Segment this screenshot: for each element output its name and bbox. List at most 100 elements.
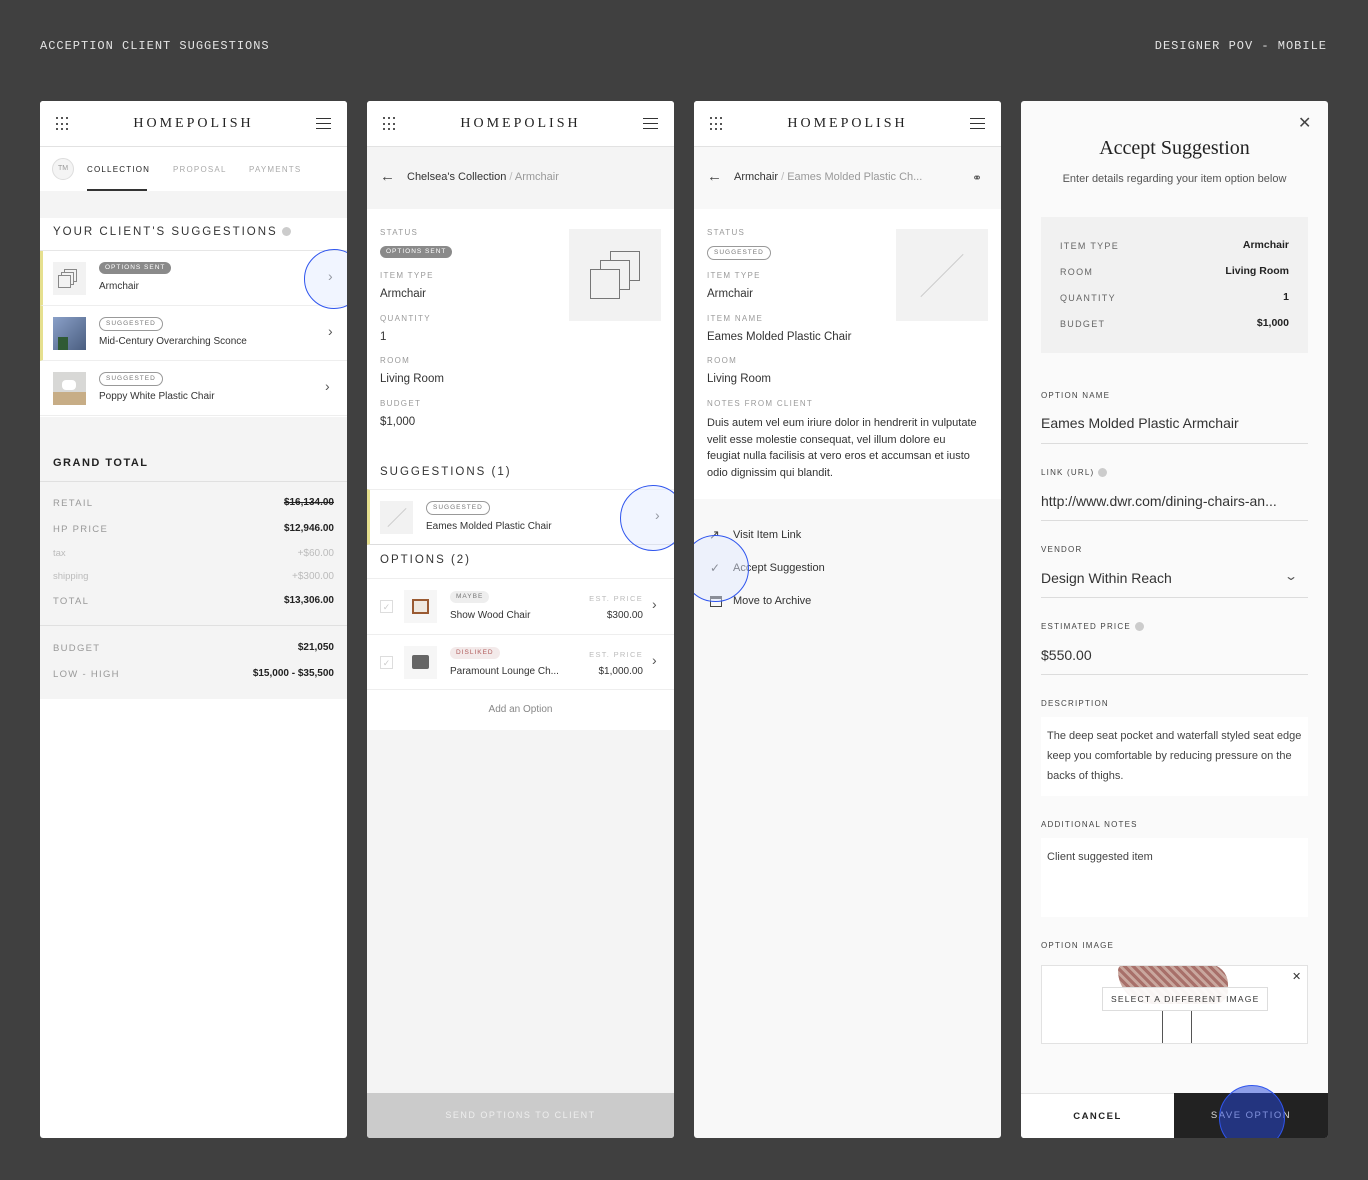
status-badge: DISLIKED <box>450 647 500 659</box>
status-badge: OPTIONS SENT <box>380 246 453 258</box>
logo: HOMEPOLISH <box>787 116 908 131</box>
back-arrow-icon[interactable]: ← <box>707 168 722 185</box>
suggestion-row[interactable]: SUGGESTED Poppy White Plastic Chair › <box>40 361 347 416</box>
chevron-right-icon[interactable]: › <box>328 323 333 339</box>
total-label: TOTAL <box>53 596 90 607</box>
close-icon[interactable]: ✕ <box>1298 113 1311 133</box>
option-row[interactable]: ✓ DISLIKED Paramount Lounge Ch... EST. P… <box>367 634 674 690</box>
chevron-right-icon[interactable]: › <box>652 596 657 612</box>
link-label: LINK (URL) <box>1041 468 1108 478</box>
send-options-button[interactable]: SEND OPTIONS TO CLIENT <box>367 1093 674 1138</box>
avatar[interactable]: TM <box>52 158 74 180</box>
status-badge: OPTIONS SENT <box>99 262 172 274</box>
total-value: $13,306.00 <box>283 595 334 606</box>
chevron-down-icon[interactable]: ⌄ <box>1284 569 1298 583</box>
logo: HOMEPOLISH <box>133 116 254 131</box>
divider <box>40 481 347 482</box>
notes-label: ADDITIONAL NOTES <box>1041 820 1138 829</box>
quantity-value: 1 <box>380 331 387 343</box>
visit-item-link[interactable]: Visit Item Link <box>733 529 801 541</box>
price-label: EST. PRICE <box>589 594 643 603</box>
collection-screen: HOMEPOLISH TM COLLECTION PROPOSAL PAYMEN… <box>40 101 347 1138</box>
detail-body: STATUS OPTIONS SENT ITEM TYPE Armchair Q… <box>367 209 674 730</box>
menu-icon[interactable] <box>970 118 985 129</box>
info-icon[interactable] <box>281 227 291 237</box>
notes-textarea[interactable]: Client suggested item <box>1041 838 1308 917</box>
breadcrumb-parent[interactable]: Armchair <box>734 171 778 183</box>
tax-label: tax <box>53 548 66 559</box>
status-badge: SUGGESTED <box>99 372 163 386</box>
logo: HOMEPOLISH <box>460 116 581 131</box>
client-notes: Duis autem vel eum iriure dolor in hendr… <box>707 417 977 479</box>
input-underline <box>1041 443 1308 444</box>
hp-price-value: $12,946.00 <box>283 523 334 534</box>
info-icon[interactable] <box>1134 622 1144 632</box>
suggestions-title-text: YOUR CLIENT'S SUGGESTIONS <box>53 226 278 238</box>
budget-label: BUDGET <box>380 399 422 408</box>
item-summary: ITEM TYPE Armchair ROOM Living Room QUAN… <box>1041 217 1308 353</box>
summary-label: ITEM TYPE <box>1060 241 1120 251</box>
item-name-value: Eames Molded Plastic Chair <box>707 331 852 343</box>
remove-image-icon[interactable]: ✕ <box>1292 970 1301 983</box>
quantity-label: QUANTITY <box>380 314 431 323</box>
suggestion-row[interactable]: SUGGESTED Mid-Century Overarching Sconce… <box>40 306 347 361</box>
tab-payments[interactable]: PAYMENTS <box>249 165 301 174</box>
input-underline <box>1041 597 1308 598</box>
room-value: Living Room <box>380 373 444 385</box>
breadcrumb: Armchair / Eames Molded Plastic Ch... <box>734 171 923 183</box>
shipping-value: +$300.00 <box>292 571 334 582</box>
item-detail-screen: HOMEPOLISH ← Chelsea's Collection / Armc… <box>367 101 674 1138</box>
tab-proposal[interactable]: PROPOSAL <box>173 165 227 174</box>
accept-suggestion-modal: ✕ Accept Suggestion Enter details regard… <box>1021 101 1328 1138</box>
item-name-label: ITEM NAME <box>707 314 764 323</box>
suggestions-title: YOUR CLIENT'S SUGGESTIONS <box>53 226 291 238</box>
tax-value: +$60.00 <box>297 548 334 559</box>
select-image-button[interactable]: SELECT A DIFFERENT IMAGE <box>1102 987 1269 1011</box>
retail-value: $16,134.00 <box>283 497 334 508</box>
summary-value: Armchair <box>1242 239 1289 251</box>
page-title: ACCEPTION CLIENT SUGGESTIONS <box>40 39 270 53</box>
option-name: Show Wood Chair <box>450 610 531 621</box>
option-checkbox[interactable]: ✓ <box>380 600 393 613</box>
price-label: ESTIMATED PRICE <box>1041 622 1144 632</box>
info-icon[interactable] <box>1098 468 1108 478</box>
budget-value: $21,050 <box>297 642 334 653</box>
breadcrumb-parent[interactable]: Chelsea's Collection <box>407 171 506 183</box>
shipping-label: shipping <box>53 571 89 582</box>
menu-icon[interactable] <box>316 118 331 129</box>
status-badge: SUGGESTED <box>707 246 771 260</box>
chevron-right-icon[interactable]: › <box>652 652 657 668</box>
room-label: ROOM <box>707 356 738 365</box>
link-icon[interactable]: ⚭ <box>972 171 982 185</box>
status-badge: SUGGESTED <box>99 317 163 331</box>
move-to-archive-action[interactable]: Move to Archive <box>733 595 811 607</box>
cancel-button[interactable]: CANCEL <box>1021 1093 1174 1138</box>
summary-label: QUANTITY <box>1060 293 1116 303</box>
add-option-link[interactable]: Add an Option <box>367 704 674 715</box>
item-type-label: ITEM TYPE <box>380 271 434 280</box>
tab-bar: TM COLLECTION PROPOSAL PAYMENTS <box>40 147 347 191</box>
placeholder-image-icon <box>569 229 661 321</box>
breadcrumb-current: Armchair <box>514 171 559 183</box>
option-checkbox[interactable]: ✓ <box>380 656 393 669</box>
detail-body: STATUS SUGGESTED ITEM TYPE Armchair ITEM… <box>694 209 1001 499</box>
vendor-select[interactable]: Design Within Reach <box>1041 570 1172 586</box>
option-row[interactable]: ✓ MAYBE Show Wood Chair EST. PRICE $300.… <box>367 578 674 634</box>
summary-label: BUDGET <box>1060 319 1106 329</box>
menu-icon[interactable] <box>643 118 658 129</box>
item-type-value: Armchair <box>380 288 427 300</box>
price-input[interactable]: $550.00 <box>1041 647 1092 663</box>
option-name-input[interactable]: Eames Molded Plastic Armchair <box>1041 415 1239 431</box>
status-badge: SUGGESTED <box>426 501 490 515</box>
tab-collection[interactable]: COLLECTION <box>87 165 150 174</box>
suggestion-row[interactable]: OPTIONS SENT Armchair › <box>40 251 347 306</box>
item-name: Mid-Century Overarching Sconce <box>99 336 247 347</box>
app-header: HOMEPOLISH <box>367 101 674 147</box>
link-input[interactable]: http://www.dwr.com/dining-chairs-an... <box>1041 493 1277 509</box>
back-arrow-icon[interactable]: ← <box>380 168 395 185</box>
status-badge: MAYBE <box>450 591 490 603</box>
description-textarea[interactable]: The deep seat pocket and waterfall style… <box>1041 717 1308 796</box>
breadcrumb-current: Eames Molded Plastic Ch... <box>787 171 923 183</box>
chevron-right-icon[interactable]: › <box>325 378 330 394</box>
notes-label: NOTES FROM CLIENT <box>707 399 814 408</box>
